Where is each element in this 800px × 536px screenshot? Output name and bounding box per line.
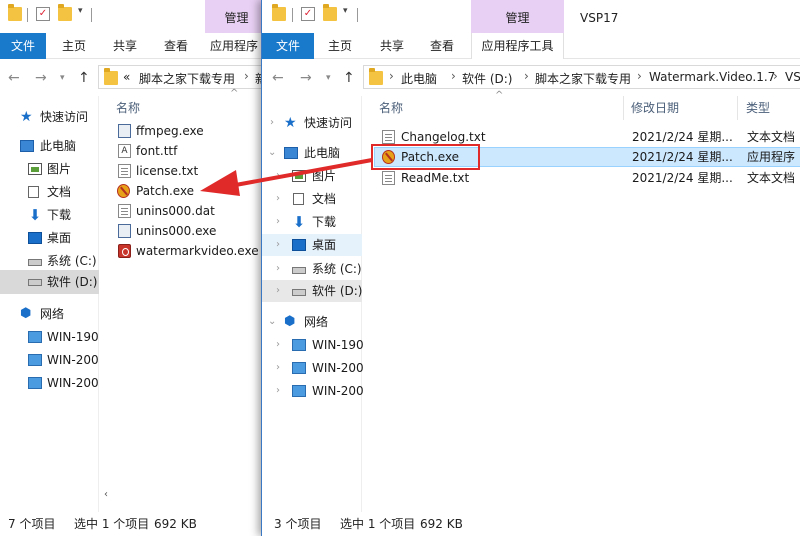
annotation-arrow-icon	[200, 158, 373, 196]
